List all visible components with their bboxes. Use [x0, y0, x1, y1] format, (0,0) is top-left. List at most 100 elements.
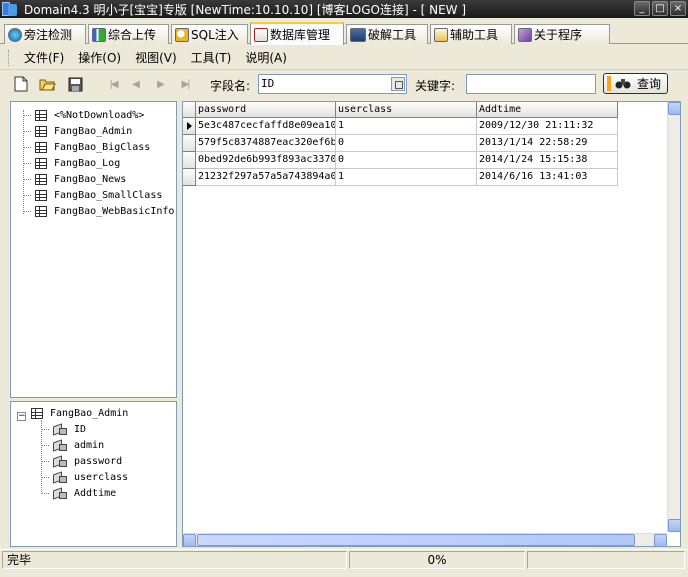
cell-userclass[interactable]: 1	[336, 169, 477, 186]
save-button[interactable]	[66, 75, 84, 93]
cell-addtime[interactable]: 2014/6/16 13:41:03	[477, 169, 618, 186]
row-selector[interactable]	[183, 169, 196, 186]
keyword-input[interactable]	[466, 74, 596, 94]
next-icon: ▶	[157, 78, 165, 90]
close-button[interactable]: ×	[670, 1, 686, 16]
column-header-addtime[interactable]: Addtime	[477, 102, 618, 118]
column-header-userclass[interactable]: userclass	[336, 102, 477, 118]
field-name-select[interactable]: ID	[258, 74, 407, 94]
row-selector[interactable]	[183, 135, 196, 152]
prev-record-button[interactable]: ◀	[126, 75, 144, 93]
column-header-password[interactable]: password	[196, 102, 336, 118]
menu-grip	[8, 49, 11, 66]
new-file-button[interactable]	[12, 75, 30, 93]
menu-view[interactable]: 视图(V)	[128, 49, 184, 66]
scroll-up-button[interactable]	[668, 102, 680, 115]
cell-password[interactable]: 579f5c8374887eac320ef6b	[196, 135, 336, 152]
cell-userclass[interactable]: 1	[336, 118, 477, 135]
tree-item-table[interactable]: FangBao_Log	[11, 155, 120, 171]
tree-item-table[interactable]: FangBao_BigClass	[11, 139, 150, 155]
tree-line	[41, 444, 49, 446]
last-record-button[interactable]: ▶|	[176, 75, 194, 93]
row-selector[interactable]	[183, 118, 196, 135]
menu-tools[interactable]: 工具(T)	[184, 49, 239, 66]
tree-item-table-root[interactable]: FangBao_Admin	[31, 405, 128, 421]
vertical-scrollbar[interactable]	[667, 102, 680, 532]
tree-item-table[interactable]: FangBao_SmallClass	[11, 187, 162, 203]
scroll-thumb[interactable]	[197, 534, 635, 546]
field-name: ID	[74, 423, 87, 435]
data-grid[interactable]: password userclass Addtime 5e3c487cecfaf…	[182, 101, 681, 547]
tree-item-table[interactable]: <%NotDownload%>	[11, 107, 144, 123]
tree-item-field[interactable]: admin	[41, 437, 104, 453]
table-name: FangBao_SmallClass	[54, 189, 163, 201]
cell-password[interactable]: 21232f297a57a5a743894a0	[196, 169, 336, 186]
menu-file[interactable]: 文件(F)	[17, 49, 71, 66]
tab-about[interactable]: 关于程序	[514, 24, 610, 44]
scroll-left-button[interactable]	[183, 534, 196, 546]
dropdown-icon[interactable]	[391, 77, 405, 91]
cell-addtime[interactable]: 2013/1/14 22:58:29	[477, 135, 618, 152]
tree-item-field[interactable]: password	[41, 453, 122, 469]
tab-upload[interactable]: 综合上传	[88, 24, 169, 44]
new-file-icon	[14, 76, 28, 92]
table-icon	[35, 157, 47, 169]
minimize-button[interactable]: _	[634, 1, 650, 16]
progress-text: 0%	[349, 551, 525, 569]
tree-item-field[interactable]: Addtime	[41, 485, 116, 501]
app-icon	[2, 1, 18, 17]
cell-addtime[interactable]: 2014/1/24 15:15:38	[477, 152, 618, 169]
tree-item-table[interactable]: FangBao_News	[11, 171, 126, 187]
table-name: FangBao_Admin	[50, 407, 129, 419]
field-icon	[53, 422, 68, 436]
horizontal-scrollbar[interactable]	[183, 533, 667, 546]
button-accent	[607, 76, 611, 91]
table-row[interactable]: 579f5c8374887eac320ef6b 0 2013/1/14 22:5…	[183, 135, 618, 152]
cell-addtime[interactable]: 2009/12/30 21:11:32	[477, 118, 618, 135]
table-row[interactable]: 5e3c487cecfaffd8e09ea10 1 2009/12/30 21:…	[183, 118, 618, 135]
document-icon	[434, 27, 448, 42]
tree-line	[23, 130, 31, 132]
collapse-toggle-icon[interactable]: −	[17, 412, 26, 421]
tab-database-management[interactable]: 数据库管理	[250, 22, 344, 45]
tab-label: 辅助工具	[450, 28, 499, 42]
tables-tree[interactable]: <%NotDownload%> FangBao_Admin FangBao_Bi…	[10, 101, 177, 398]
field-name: admin	[74, 439, 105, 451]
chart-icon	[92, 27, 106, 42]
menu-help[interactable]: 说明(A)	[238, 49, 294, 66]
tree-line	[23, 210, 31, 212]
tab-label: SQL注入	[191, 28, 239, 42]
window-title: Domain4.3 明小子[宝宝]专版 [NewTime:10.10.10] […	[24, 2, 467, 17]
table-icon	[35, 125, 47, 137]
field-name: userclass	[74, 471, 129, 483]
binoculars-icon	[615, 79, 631, 89]
cell-password[interactable]: 5e3c487cecfaffd8e09ea10	[196, 118, 336, 135]
query-button[interactable]: 查询	[603, 73, 668, 94]
table-name: FangBao_BigClass	[54, 141, 151, 153]
fields-tree[interactable]: − FangBao_Admin ID admin password usercl…	[10, 401, 177, 547]
open-folder-button[interactable]	[38, 75, 56, 93]
cell-userclass[interactable]: 0	[336, 152, 477, 169]
tree-item-table[interactable]: FangBao_WebBasicInfo	[11, 203, 174, 219]
tab-aux-tools[interactable]: 辅助工具	[430, 24, 512, 44]
row-selector[interactable]	[183, 152, 196, 169]
tree-line	[23, 162, 31, 164]
tab-sql-injection[interactable]: SQL注入	[171, 24, 248, 44]
table-row[interactable]: 0bed92de6b993f893ac3370 0 2014/1/24 15:1…	[183, 152, 618, 169]
tree-line	[41, 460, 49, 462]
table-row[interactable]: 21232f297a57a5a743894a0 1 2014/6/16 13:4…	[183, 169, 618, 186]
tree-item-field[interactable]: ID	[41, 421, 86, 437]
first-record-button[interactable]: |◀	[104, 75, 122, 93]
tab-crack-tools[interactable]: 破解工具	[346, 24, 428, 44]
scroll-down-button[interactable]	[668, 519, 680, 532]
menu-operation[interactable]: 操作(O)	[71, 49, 128, 66]
tab-side-note[interactable]: 旁注检测	[4, 24, 86, 44]
tree-item-table[interactable]: FangBao_Admin	[11, 123, 132, 139]
next-record-button[interactable]: ▶	[151, 75, 169, 93]
maximize-button[interactable]: □	[652, 1, 668, 16]
cell-password[interactable]: 0bed92de6b993f893ac3370	[196, 152, 336, 169]
tree-item-field[interactable]: userclass	[41, 469, 128, 485]
scroll-right-button[interactable]	[654, 534, 667, 546]
cell-userclass[interactable]: 0	[336, 135, 477, 152]
status-panel-empty	[527, 551, 685, 569]
